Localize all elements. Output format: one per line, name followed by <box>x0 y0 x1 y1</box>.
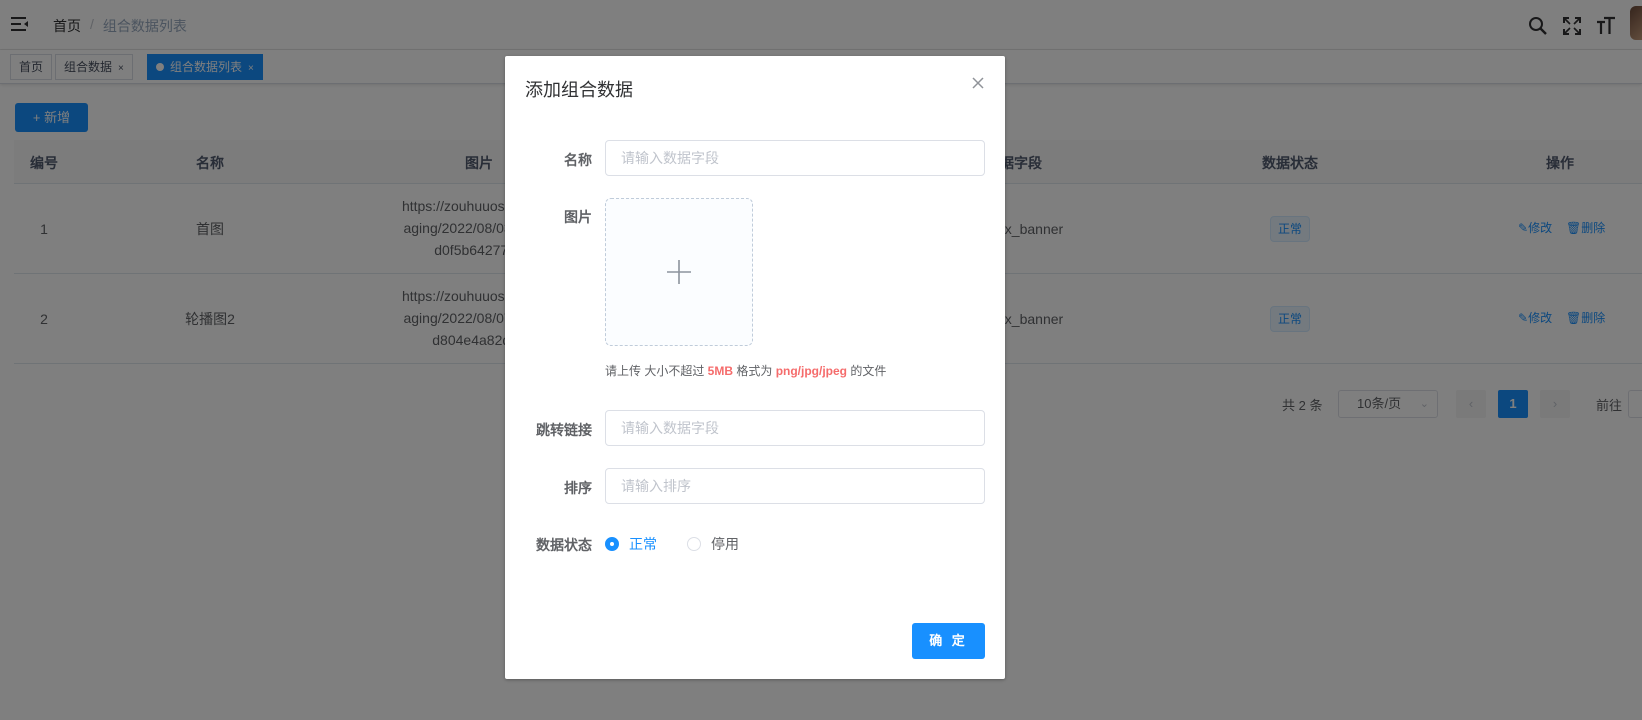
link-input[interactable] <box>605 410 985 446</box>
status-label: 数据状态 <box>536 537 592 553</box>
dialog-title: 添加组合数据 <box>525 80 633 100</box>
link-label: 跳转链接 <box>536 422 592 438</box>
image-uploader[interactable] <box>605 198 753 346</box>
status-radio-normal[interactable]: 正常 <box>605 534 657 554</box>
confirm-button[interactable]: 确 定 <box>912 623 985 659</box>
sort-input[interactable] <box>605 468 985 504</box>
image-label: 图片 <box>564 209 592 225</box>
status-radio-group: 正常 停用 <box>605 534 769 554</box>
radio-unchecked-icon <box>687 537 701 551</box>
name-label: 名称 <box>564 152 592 168</box>
radio-checked-icon <box>605 537 619 551</box>
close-icon[interactable] <box>971 76 985 90</box>
add-combined-data-dialog: 添加组合数据 名称 图片 请上传 大小不超过 5MB 格式为 png/jpg/j… <box>505 56 1005 679</box>
status-radio-disabled[interactable]: 停用 <box>687 534 739 554</box>
name-input[interactable] <box>605 140 985 176</box>
plus-icon <box>667 260 691 284</box>
sort-label: 排序 <box>564 480 592 496</box>
upload-tip: 请上传 大小不超过 5MB 格式为 png/jpg/jpeg 的文件 <box>605 364 887 378</box>
